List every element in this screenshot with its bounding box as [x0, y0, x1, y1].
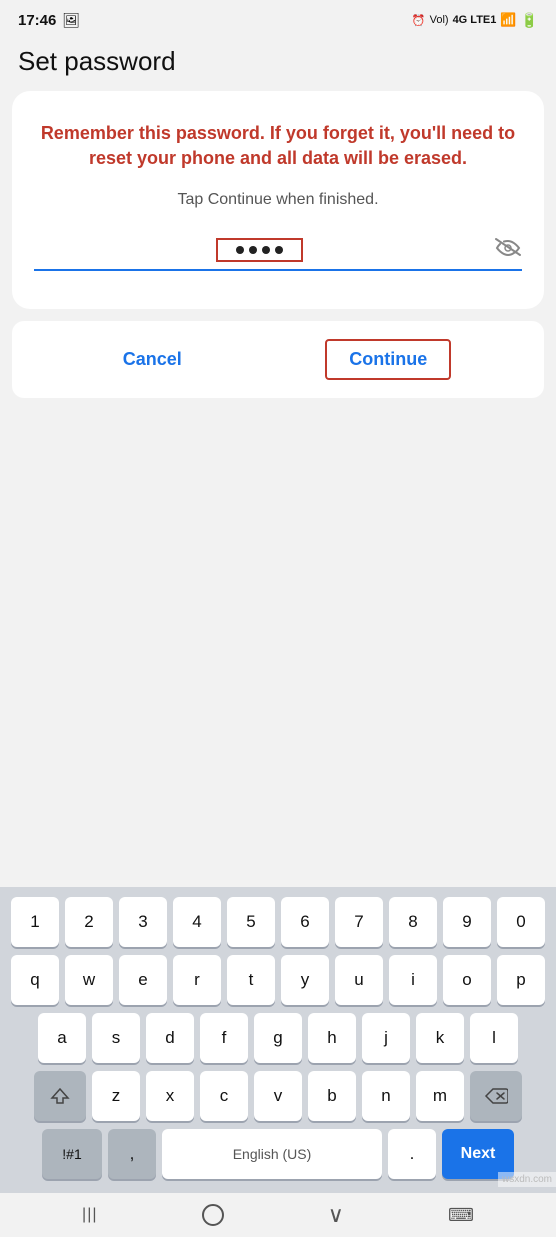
action-buttons: Cancel Continue	[12, 321, 544, 398]
key-z[interactable]: z	[92, 1071, 140, 1121]
status-bar: 17:46 🖼 ⏰ Vol) 4G LTE1 📶 🔋	[0, 0, 556, 36]
key-s[interactable]: s	[92, 1013, 140, 1063]
key-0[interactable]: 0	[497, 897, 545, 947]
key-3[interactable]: 3	[119, 897, 167, 947]
key-8[interactable]: 8	[389, 897, 437, 947]
period-key[interactable]: .	[388, 1129, 436, 1179]
network-label: 4G LTE1	[453, 14, 497, 26]
key-5[interactable]: 5	[227, 897, 275, 947]
alarm-icon: ⏰	[412, 14, 426, 27]
status-icons: ⏰ Vol) 4G LTE1 📶 🔋	[412, 12, 538, 29]
key-j[interactable]: j	[362, 1013, 410, 1063]
page-title: Set password	[18, 46, 538, 77]
key-y[interactable]: y	[281, 955, 329, 1005]
asdf-row: a s d f g h j k l	[6, 1013, 550, 1063]
password-input-row	[34, 237, 522, 271]
key-1[interactable]: 1	[11, 897, 59, 947]
password-dots-box[interactable]	[216, 238, 303, 262]
dot-2	[249, 246, 257, 254]
key-i[interactable]: i	[389, 955, 437, 1005]
password-field-wrapper[interactable]	[34, 238, 484, 262]
space-key[interactable]: English (US)	[162, 1129, 382, 1179]
key-v[interactable]: v	[254, 1071, 302, 1121]
delete-key[interactable]	[470, 1071, 522, 1121]
battery-icon: 🔋	[521, 12, 538, 29]
cancel-button[interactable]: Cancel	[105, 341, 200, 378]
key-x[interactable]: x	[146, 1071, 194, 1121]
key-l[interactable]: l	[470, 1013, 518, 1063]
key-w[interactable]: w	[65, 955, 113, 1005]
zxcv-row: z x c v b n m	[6, 1071, 550, 1121]
key-r[interactable]: r	[173, 955, 221, 1005]
key-c[interactable]: c	[200, 1071, 248, 1121]
vol-label: Vol)	[430, 14, 449, 26]
dot-4	[275, 246, 283, 254]
key-b[interactable]: b	[308, 1071, 356, 1121]
key-d[interactable]: d	[146, 1013, 194, 1063]
watermark: wsxdn.com	[498, 1172, 556, 1187]
eye-toggle-icon[interactable]	[494, 237, 522, 263]
status-time: 17:46	[18, 12, 56, 29]
key-g[interactable]: g	[254, 1013, 302, 1063]
key-n[interactable]: n	[362, 1071, 410, 1121]
key-4[interactable]: 4	[173, 897, 221, 947]
recent-nav-icon[interactable]: ∨	[328, 1202, 344, 1228]
key-9[interactable]: 9	[443, 897, 491, 947]
shift-key[interactable]	[34, 1071, 86, 1121]
key-q[interactable]: q	[11, 955, 59, 1005]
symbols-key[interactable]: !#1	[42, 1129, 102, 1179]
key-u[interactable]: u	[335, 955, 383, 1005]
comma-key[interactable]: ,	[108, 1129, 156, 1179]
key-f[interactable]: f	[200, 1013, 248, 1063]
dot-3	[262, 246, 270, 254]
key-t[interactable]: t	[227, 955, 275, 1005]
key-2[interactable]: 2	[65, 897, 113, 947]
key-h[interactable]: h	[308, 1013, 356, 1063]
signal-icon: 📶	[500, 12, 516, 28]
content-card: Remember this password. If you forget it…	[12, 91, 544, 309]
continue-button[interactable]: Continue	[325, 339, 451, 380]
key-o[interactable]: o	[443, 955, 491, 1005]
instruction-text: Tap Continue when finished.	[34, 191, 522, 209]
key-k[interactable]: k	[416, 1013, 464, 1063]
photo-icon: 🖼	[62, 12, 80, 29]
key-6[interactable]: 6	[281, 897, 329, 947]
warning-text: Remember this password. If you forget it…	[34, 121, 522, 171]
keyboard-nav-icon[interactable]: ⌨	[448, 1205, 474, 1226]
bottom-row: !#1 , English (US) . Next	[6, 1129, 550, 1179]
key-e[interactable]: e	[119, 955, 167, 1005]
key-p[interactable]: p	[497, 955, 545, 1005]
home-nav-icon[interactable]	[202, 1204, 224, 1226]
keyboard: 1 2 3 4 5 6 7 8 9 0 q w e r t y u i o p …	[0, 887, 556, 1193]
dot-1	[236, 246, 244, 254]
page-title-bar: Set password	[0, 36, 556, 91]
key-a[interactable]: a	[38, 1013, 86, 1063]
back-nav-icon[interactable]: |||	[82, 1206, 97, 1224]
key-7[interactable]: 7	[335, 897, 383, 947]
qwerty-row: q w e r t y u i o p	[6, 955, 550, 1005]
number-row: 1 2 3 4 5 6 7 8 9 0	[6, 897, 550, 947]
nav-bar: ||| ∨ ⌨	[0, 1193, 556, 1237]
key-m[interactable]: m	[416, 1071, 464, 1121]
